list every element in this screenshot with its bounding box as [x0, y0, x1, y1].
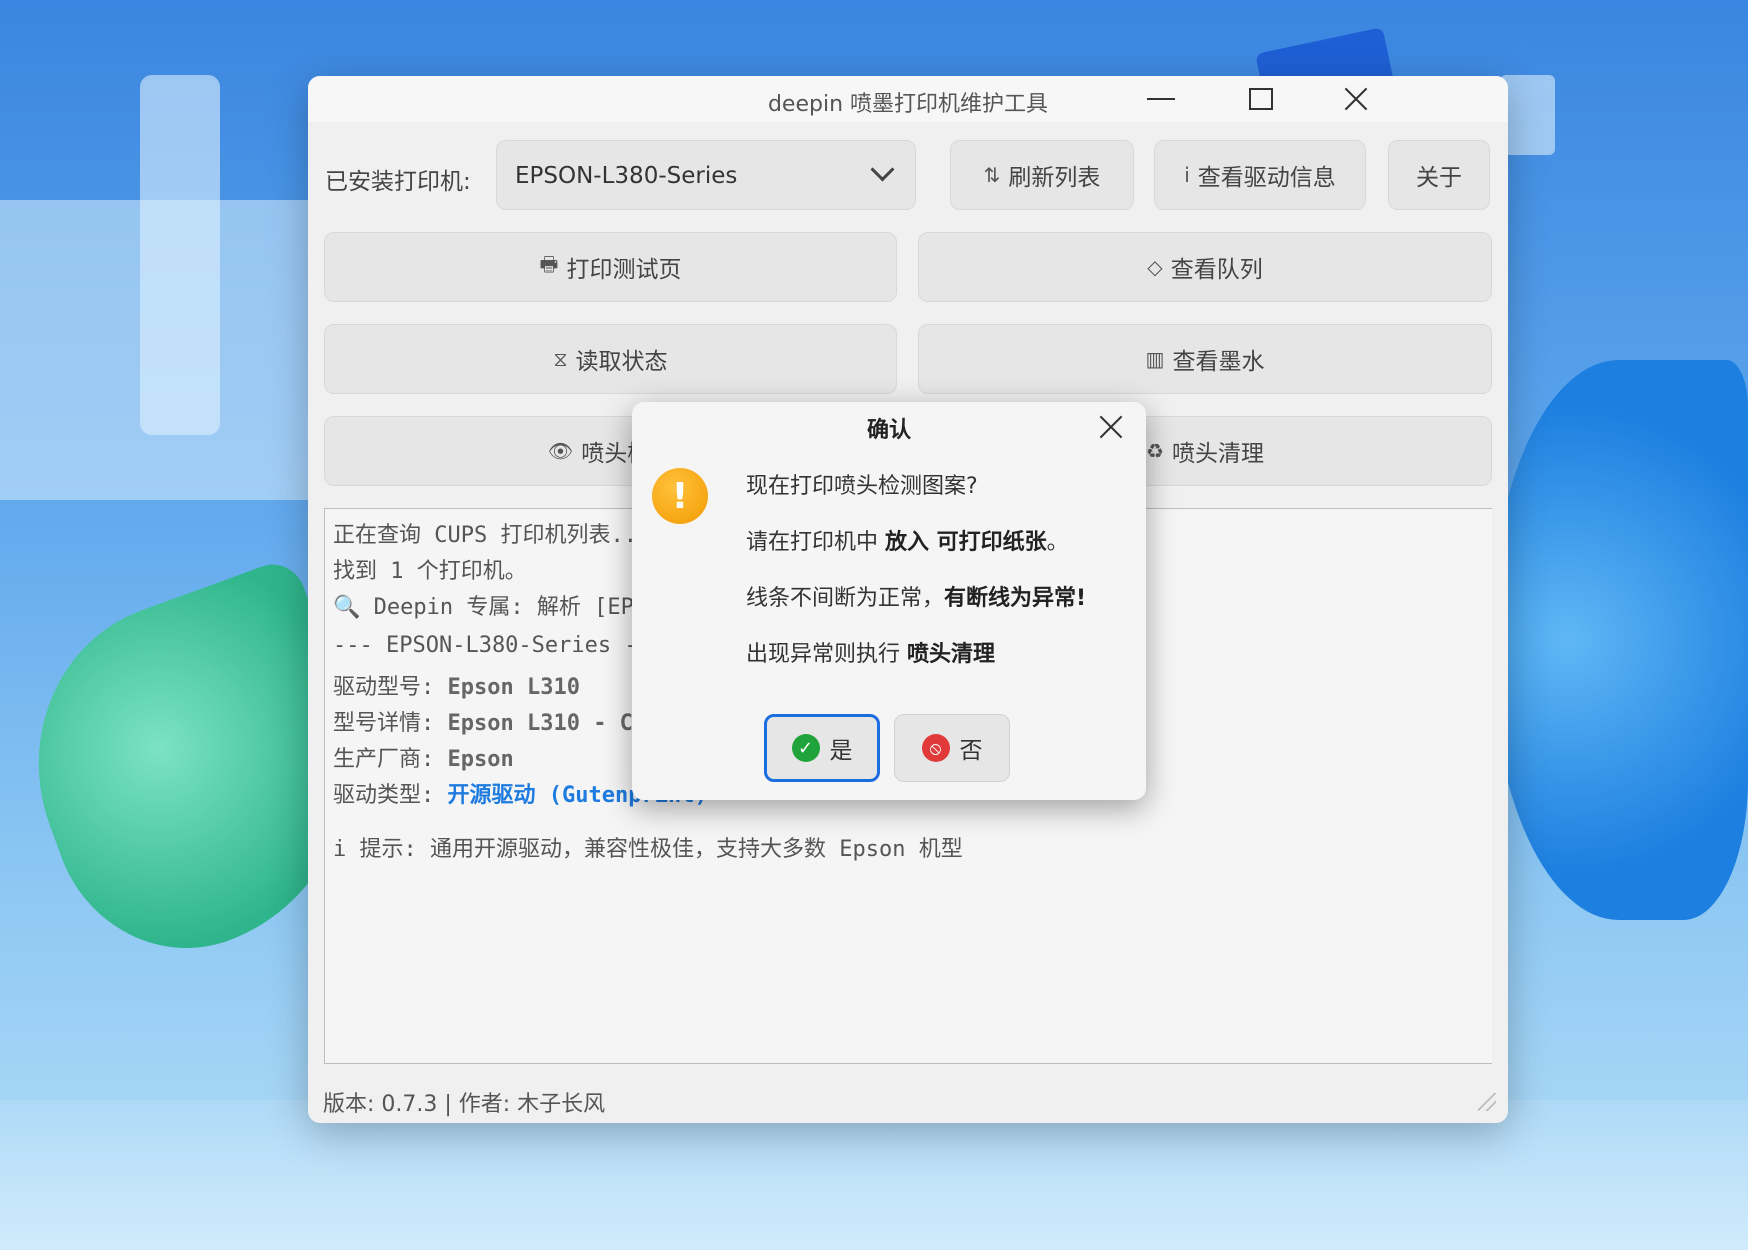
printer-select-value: EPSON-L380-Series	[515, 163, 738, 189]
wallpaper-shape	[1500, 75, 1555, 155]
log-key: 型号详情:	[333, 711, 448, 736]
driver-info-button[interactable]: i 查看驱动信息	[1154, 140, 1366, 210]
printer-toolbar: 已安装打印机: EPSON-L380-Series ⇅ 刷新列表 i 查看驱动信…	[308, 140, 1508, 212]
sort-arrows-icon: ⇅	[983, 163, 1001, 187]
view-ink-label: 查看墨水	[1172, 349, 1265, 375]
wallpaper-shape	[1490, 360, 1748, 920]
log-key: 驱动型号:	[333, 675, 448, 700]
hourglass-icon: ⧖	[553, 347, 568, 371]
installed-printer-label: 已安装打印机:	[325, 169, 471, 195]
maximize-button[interactable]	[1226, 76, 1296, 122]
chevron-down-icon	[870, 157, 895, 182]
dialog-message-line: 请在打印机中 放入 可打印纸张。	[746, 524, 1069, 556]
refresh-list-label: 刷新列表	[1008, 165, 1101, 191]
print-test-page-button[interactable]: 🖶 打印测试页	[324, 232, 897, 302]
dialog-text: 出现异常则执行	[746, 642, 907, 667]
wallpaper-shape	[140, 75, 220, 435]
close-button[interactable]	[1321, 76, 1391, 122]
dialog-title: 确认	[866, 418, 911, 443]
check-icon: ✓	[791, 734, 820, 762]
dialog-message-line: 线条不间断为正常，有断线为异常!	[746, 580, 1086, 612]
driver-info-label: 查看驱动信息	[1197, 165, 1336, 191]
close-icon	[1098, 414, 1124, 440]
dialog-text: 。	[1046, 530, 1069, 555]
view-queue-label: 查看队列	[1170, 257, 1263, 283]
minimize-button[interactable]	[1126, 76, 1196, 122]
log-key: 驱动类型:	[333, 783, 448, 808]
no-label: 否	[959, 738, 983, 764]
close-icon	[1343, 86, 1369, 112]
dialog-text: 线条不间断为正常，	[746, 586, 945, 611]
minimize-icon	[1147, 98, 1175, 100]
yes-label: 是	[829, 738, 853, 764]
nozzle-clean-label: 喷头清理	[1171, 441, 1264, 467]
view-queue-button[interactable]: ◇ 查看队列	[918, 232, 1492, 302]
dialog-emphasis: 有断线为异常!	[944, 586, 1087, 611]
about-label: 关于	[1416, 165, 1462, 191]
log-value: Epson	[447, 747, 514, 772]
confirm-dialog: 确认 ! 现在打印喷头检测图案? 请在打印机中 放入 可打印纸张。 线条不间断为…	[632, 402, 1146, 800]
prohibited-icon: ⦸	[921, 734, 950, 762]
print-test-page-label: 打印测试页	[566, 257, 682, 283]
no-button[interactable]: ⦸ 否	[894, 714, 1010, 782]
title-bar[interactable]: deepin 喷墨打印机维护工具	[308, 76, 1508, 122]
resize-grip-icon[interactable]	[1478, 1093, 1496, 1111]
dialog-close-button[interactable]	[1094, 410, 1128, 444]
eye-icon: 👁	[547, 439, 574, 463]
bar-chart-icon: ▥	[1145, 347, 1165, 371]
dialog-message-line: 出现异常则执行 喷头清理	[746, 636, 995, 668]
yes-button[interactable]: ✓ 是	[764, 714, 880, 782]
log-value: Epson L310	[447, 675, 580, 700]
info-icon: i	[1184, 163, 1190, 187]
tag-icon: ◇	[1147, 255, 1163, 279]
maximize-icon	[1249, 88, 1273, 110]
dialog-emphasis: 喷头清理	[907, 642, 996, 667]
view-ink-button[interactable]: ▥ 查看墨水	[918, 324, 1492, 394]
dialog-message-line: 现在打印喷头检测图案?	[746, 474, 978, 499]
printer-icon: 🖶	[539, 252, 559, 276]
status-bar-text: 版本: 0.7.3 | 作者: 木子长风	[323, 1092, 606, 1117]
log-line: i 提示: 通用开源驱动，兼容性极佳，支持大多数 Epson 机型	[333, 837, 963, 862]
printer-select[interactable]: EPSON-L380-Series	[496, 140, 916, 210]
warning-icon: !	[652, 468, 708, 524]
dialog-emphasis: 放入 可打印纸张	[885, 530, 1047, 555]
dialog-text: 请在打印机中	[746, 530, 885, 555]
read-status-button[interactable]: ⧖ 读取状态	[324, 324, 897, 394]
read-status-label: 读取状态	[575, 349, 668, 375]
refresh-list-button[interactable]: ⇅ 刷新列表	[950, 140, 1134, 210]
about-button[interactable]: 关于	[1388, 140, 1490, 210]
recycle-icon: ♻	[1146, 439, 1164, 463]
log-key: 生产厂商:	[333, 747, 448, 772]
